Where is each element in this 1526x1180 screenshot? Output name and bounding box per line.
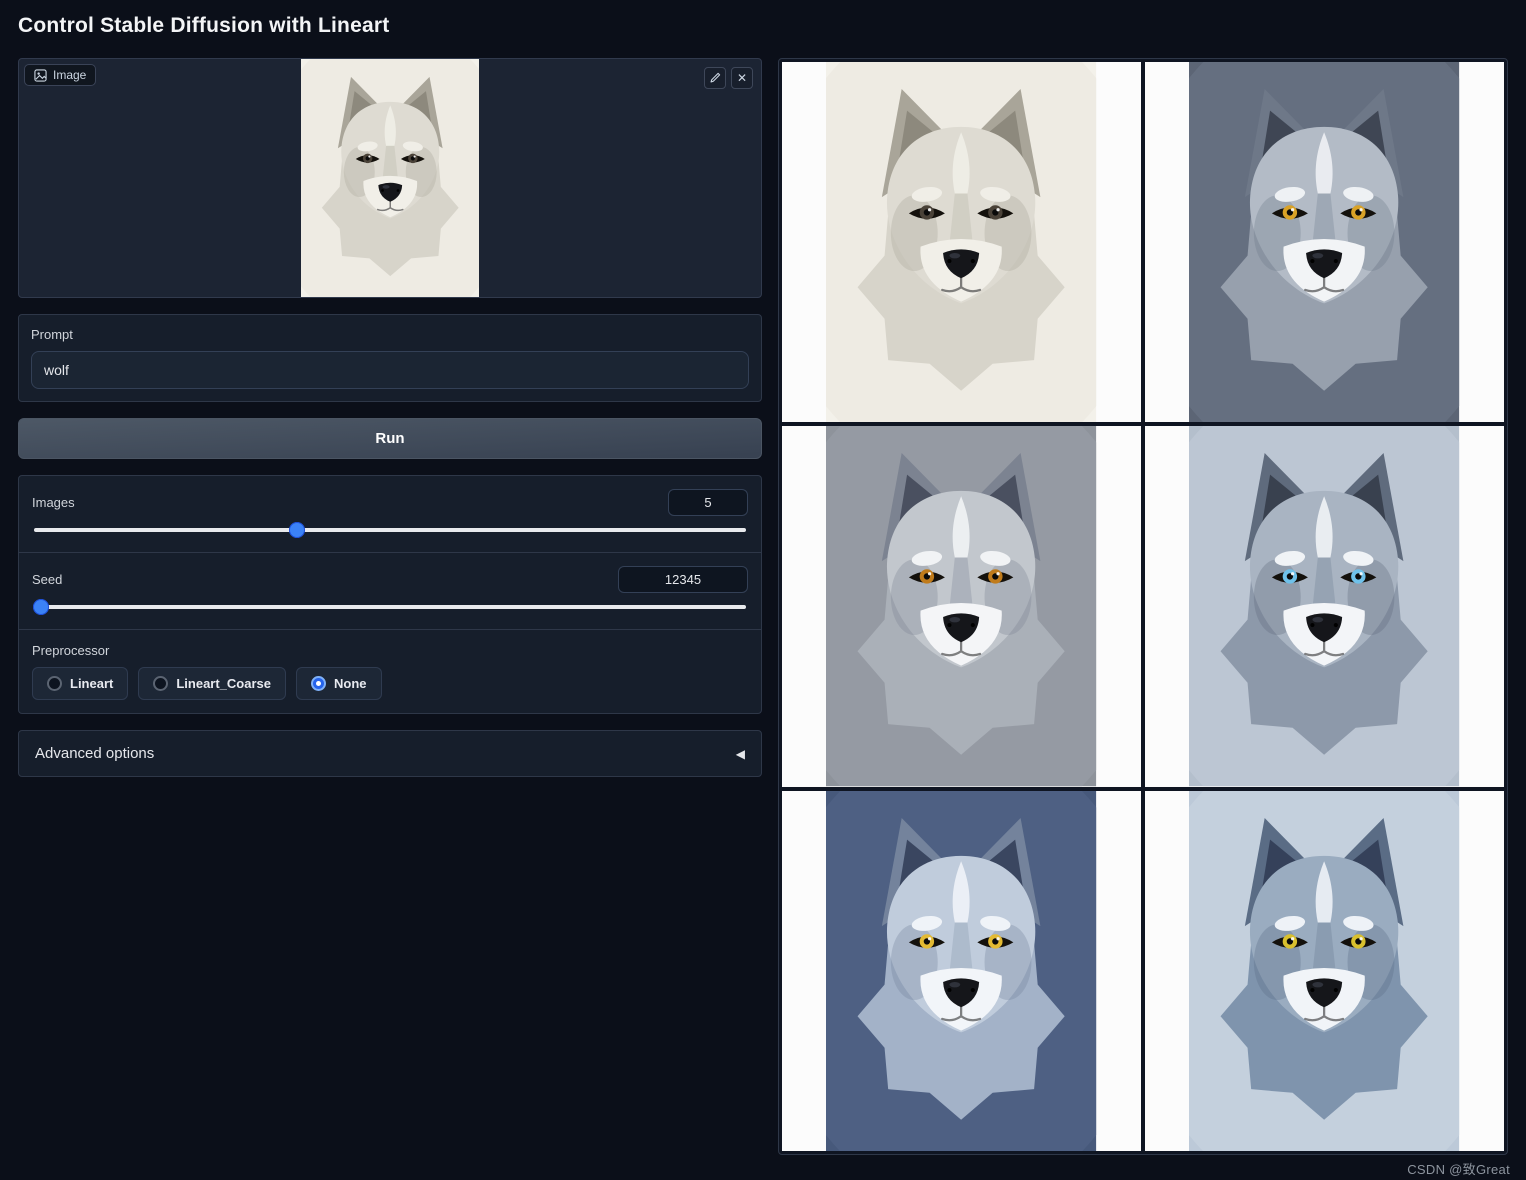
advanced-options-label: Advanced options bbox=[35, 745, 155, 762]
edit-icon[interactable] bbox=[704, 67, 726, 89]
seed-input[interactable] bbox=[618, 566, 748, 593]
app-root: Control Stable Diffusion with Lineart Im… bbox=[0, 0, 1526, 1155]
radio-icon bbox=[311, 676, 326, 691]
images-slider-section: Images bbox=[19, 476, 761, 552]
image-icon bbox=[34, 68, 47, 82]
image-actions: ✕ bbox=[704, 67, 753, 89]
prompt-input[interactable] bbox=[31, 351, 749, 389]
radio-icon bbox=[153, 676, 169, 691]
collapse-arrow-icon: ◀ bbox=[735, 746, 745, 761]
radio-lineart-coarse-label: Lineart_Coarse bbox=[176, 676, 271, 691]
uploaded-image-preview[interactable] bbox=[301, 59, 480, 297]
page-title: Control Stable Diffusion with Lineart bbox=[18, 14, 390, 37]
prompt-panel: Prompt bbox=[18, 314, 762, 402]
radio-icon bbox=[47, 676, 62, 691]
result-gallery bbox=[778, 58, 1508, 1155]
main-layout: Image ✕ Prompt wolf Run Images 5 Seed 12… bbox=[18, 58, 1508, 1155]
gallery-item-5[interactable] bbox=[782, 790, 1141, 1151]
watermark: CSDN @致Great bbox=[1407, 1162, 1510, 1177]
seed-slider-section: Seed bbox=[19, 552, 761, 629]
prompt-label: Prompt bbox=[31, 327, 73, 342]
seed-slider[interactable] bbox=[33, 599, 746, 615]
seed-label: Seed bbox=[32, 572, 63, 587]
radio-none[interactable]: None bbox=[296, 667, 382, 700]
images-label: Images bbox=[32, 495, 75, 510]
gallery-item-3[interactable] bbox=[782, 426, 1141, 787]
preprocessor-section: Preprocessor Lineart Lineart_Coarse None bbox=[19, 629, 761, 713]
radio-lineart[interactable]: Lineart bbox=[32, 667, 129, 700]
gallery-item-1[interactable] bbox=[782, 62, 1141, 423]
seed-slider-handle[interactable] bbox=[33, 599, 50, 615]
advanced-options-accordion[interactable]: Advanced options ◀ bbox=[18, 730, 762, 777]
preprocessor-label: Preprocessor bbox=[32, 643, 110, 658]
images-slider[interactable] bbox=[34, 522, 746, 538]
image-label: Image bbox=[53, 68, 87, 82]
run-button[interactable]: Run bbox=[18, 418, 762, 459]
radio-lineart-coarse[interactable]: Lineart_Coarse bbox=[138, 667, 286, 700]
gallery-item-6[interactable] bbox=[1145, 790, 1504, 1151]
controls-column: Image ✕ Prompt wolf Run Images 5 Seed 12… bbox=[18, 58, 762, 777]
gallery-item-4[interactable] bbox=[1145, 426, 1504, 787]
preprocessor-options: Lineart Lineart_Coarse None bbox=[32, 667, 748, 700]
generation-settings-panel: Images Seed bbox=[18, 475, 762, 714]
output-column bbox=[778, 58, 1508, 1155]
gallery-item-2[interactable] bbox=[1145, 62, 1504, 423]
radio-none-label: None bbox=[334, 676, 367, 691]
images-slider-handle[interactable] bbox=[289, 522, 306, 538]
image-input[interactable]: Image ✕ bbox=[18, 58, 762, 298]
image-label-badge[interactable]: Image bbox=[24, 64, 97, 86]
radio-lineart-label: Lineart bbox=[70, 676, 114, 691]
images-count-input[interactable] bbox=[668, 489, 748, 516]
close-icon[interactable]: ✕ bbox=[731, 67, 753, 89]
